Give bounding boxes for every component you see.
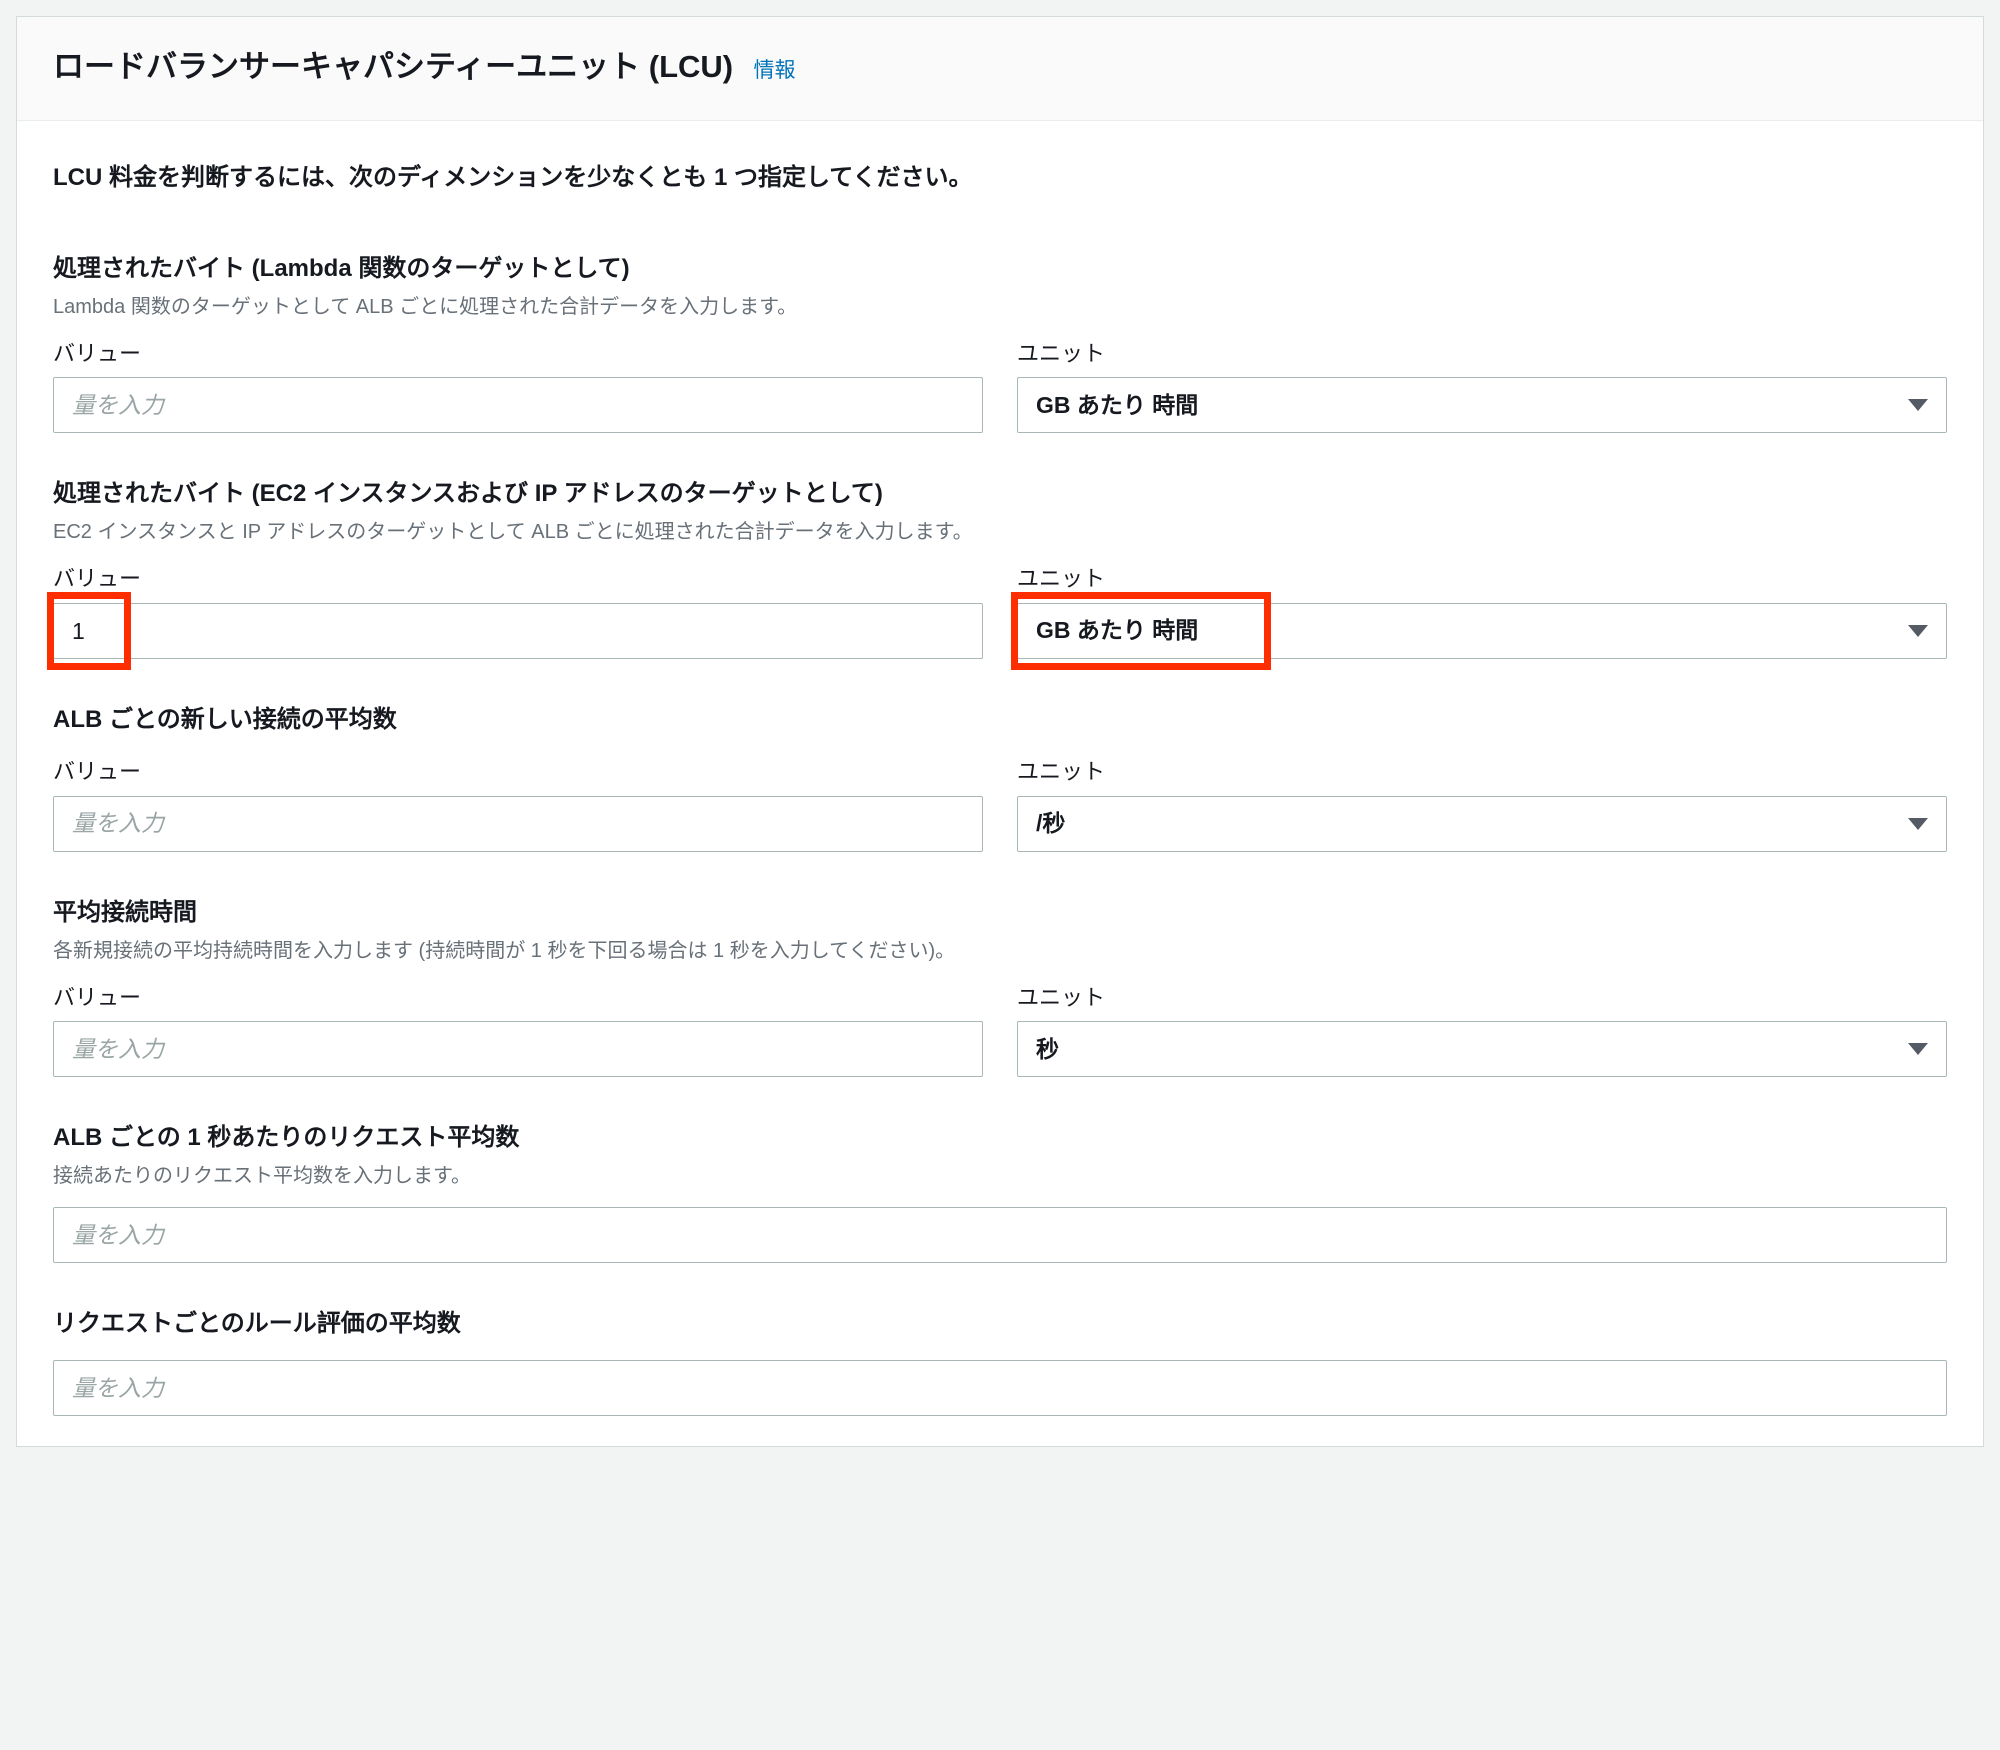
duration-value-input[interactable]: [53, 1021, 983, 1077]
newconn-unit-select[interactable]: /秒: [1017, 796, 1947, 852]
section-title: ALB ごとの 1 秒あたりのリクエスト平均数: [53, 1121, 1947, 1156]
rules-value-input[interactable]: [53, 1360, 1947, 1416]
section-desc: 各新規接続の平均持続時間を入力します (持続時間が 1 秒を下回る場合は 1 秒…: [53, 937, 1947, 966]
section-rule-evals: リクエストごとのルール評価の平均数: [53, 1307, 1947, 1416]
value-label: バリュー: [53, 756, 983, 788]
requests-value-input[interactable]: [53, 1207, 1947, 1263]
select-value: 秒: [1036, 1033, 1059, 1066]
caret-down-icon: [1908, 625, 1928, 637]
caret-down-icon: [1908, 399, 1928, 411]
ec2-value-input[interactable]: [53, 603, 983, 659]
section-avg-duration: 平均接続時間 各新規接続の平均持続時間を入力します (持続時間が 1 秒を下回る…: [53, 896, 1947, 1078]
section-avg-requests: ALB ごとの 1 秒あたりのリクエスト平均数 接続あたりのリクエスト平均数を入…: [53, 1121, 1947, 1263]
newconn-value-input[interactable]: [53, 796, 983, 852]
select-value: GB あたり 時間: [1036, 614, 1198, 647]
section-new-connections: ALB ごとの新しい接続の平均数 バリュー ユニット /秒: [53, 703, 1947, 852]
value-label: バリュー: [53, 338, 983, 370]
unit-label: ユニット: [1017, 982, 1947, 1014]
section-title: 処理されたバイト (EC2 インスタンスおよび IP アドレスのターゲットとして…: [53, 477, 1947, 512]
select-value: GB あたり 時間: [1036, 389, 1198, 422]
section-title: 平均接続時間: [53, 896, 1947, 931]
section-title: ALB ごとの新しい接続の平均数: [53, 703, 1947, 738]
unit-label: ユニット: [1017, 338, 1947, 370]
value-label: バリュー: [53, 563, 983, 595]
lambda-value-input[interactable]: [53, 377, 983, 433]
caret-down-icon: [1908, 818, 1928, 830]
value-label: バリュー: [53, 982, 983, 1014]
section-title: リクエストごとのルール評価の平均数: [53, 1307, 1947, 1342]
section-header: ロードバランサーキャパシティーユニット (LCU) 情報: [17, 17, 1983, 121]
lambda-unit-select[interactable]: GB あたり 時間: [1017, 377, 1947, 433]
section-lambda-bytes: 処理されたバイト (Lambda 関数のターゲットとして) Lambda 関数の…: [53, 252, 1947, 434]
page-title: ロードバランサーキャパシティーユニット (LCU): [53, 49, 733, 84]
unit-label: ユニット: [1017, 563, 1947, 595]
section-desc: EC2 インスタンスと IP アドレスのターゲットとして ALB ごとに処理され…: [53, 518, 1947, 547]
info-link[interactable]: 情報: [754, 59, 796, 82]
intro-text: LCU 料金を判断するには、次のディメンションを少なくとも 1 つ指定してくださ…: [53, 161, 1947, 196]
section-title: 処理されたバイト (Lambda 関数のターゲットとして): [53, 252, 1947, 287]
select-value: /秒: [1036, 807, 1065, 840]
section-desc: 接続あたりのリクエスト平均数を入力します。: [53, 1162, 1947, 1191]
ec2-unit-select[interactable]: GB あたり 時間: [1017, 603, 1947, 659]
section-desc: Lambda 関数のターゲットとして ALB ごとに処理された合計データを入力し…: [53, 293, 1947, 322]
duration-unit-select[interactable]: 秒: [1017, 1021, 1947, 1077]
caret-down-icon: [1908, 1043, 1928, 1055]
section-ec2-bytes: 処理されたバイト (EC2 インスタンスおよび IP アドレスのターゲットとして…: [53, 477, 1947, 659]
unit-label: ユニット: [1017, 756, 1947, 788]
